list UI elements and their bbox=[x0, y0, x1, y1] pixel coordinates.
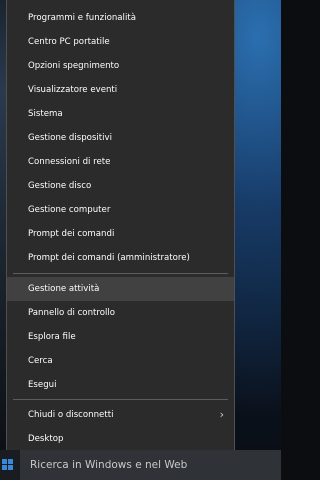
search-input[interactable]: Ricerca in Windows e nel Web bbox=[20, 450, 281, 480]
menu-item-search[interactable]: Cerca bbox=[7, 349, 234, 373]
menu-item-label: Centro PC portatile bbox=[28, 37, 110, 47]
search-placeholder: Ricerca in Windows e nel Web bbox=[30, 459, 188, 471]
menu-item-label: Connessioni di rete bbox=[28, 157, 111, 167]
menu-item-label: Chiudi o disconnetti bbox=[28, 410, 114, 420]
menu-item-label: Prompt dei comandi (amministratore) bbox=[28, 253, 190, 263]
menu-separator bbox=[13, 399, 228, 400]
menu-item-disk-management[interactable]: Gestione disco bbox=[7, 174, 234, 198]
start-button[interactable] bbox=[0, 450, 20, 480]
menu-item-file-explorer[interactable]: Esplora file bbox=[7, 325, 234, 349]
menu-item-label: Gestione disco bbox=[28, 181, 92, 191]
menu-item-power-options[interactable]: Opzioni spegnimento bbox=[7, 54, 234, 78]
windows-logo-icon bbox=[2, 459, 13, 470]
chevron-right-icon: › bbox=[219, 408, 224, 421]
menu-item-label: Gestione computer bbox=[28, 205, 111, 215]
menu-item-label: Prompt dei comandi bbox=[28, 229, 115, 239]
menu-item-label: Cerca bbox=[28, 356, 53, 366]
menu-item-device-manager[interactable]: Gestione dispositivi bbox=[7, 126, 234, 150]
menu-item-control-panel[interactable]: Pannello di controllo bbox=[7, 301, 234, 325]
menu-item-programs-features[interactable]: Programmi e funzionalità bbox=[7, 6, 234, 30]
menu-item-label: Pannello di controllo bbox=[28, 308, 116, 318]
menu-item-label: Gestione attività bbox=[28, 284, 100, 294]
menu-item-system[interactable]: Sistema bbox=[7, 102, 234, 126]
menu-item-event-viewer[interactable]: Visualizzatore eventi bbox=[7, 78, 234, 102]
menu-item-mobility-center[interactable]: Centro PC portatile bbox=[7, 30, 234, 54]
menu-item-label: Opzioni spegnimento bbox=[28, 61, 120, 71]
menu-item-run[interactable]: Esegui bbox=[7, 373, 234, 397]
menu-item-label: Desktop bbox=[28, 434, 64, 444]
menu-item-label: Programmi e funzionalità bbox=[28, 13, 136, 23]
menu-item-shutdown-signout[interactable]: Chiudi o disconnetti › bbox=[7, 403, 234, 427]
menu-item-label: Sistema bbox=[28, 109, 63, 119]
menu-item-task-manager[interactable]: Gestione attività bbox=[7, 277, 234, 301]
menu-item-network-connections[interactable]: Connessioni di rete bbox=[7, 150, 234, 174]
menu-item-label: Gestione dispositivi bbox=[28, 133, 113, 143]
menu-item-command-prompt-admin[interactable]: Prompt dei comandi (amministratore) bbox=[7, 246, 234, 270]
menu-item-computer-management[interactable]: Gestione computer bbox=[7, 198, 234, 222]
menu-item-desktop[interactable]: Desktop bbox=[7, 427, 234, 451]
menu-item-label: Esegui bbox=[28, 380, 57, 390]
menu-item-command-prompt[interactable]: Prompt dei comandi bbox=[7, 222, 234, 246]
menu-item-label: Esplora file bbox=[28, 332, 76, 342]
menu-separator bbox=[13, 273, 228, 274]
taskbar: Ricerca in Windows e nel Web bbox=[0, 450, 281, 480]
menu-item-label: Visualizzatore eventi bbox=[28, 85, 118, 95]
quick-link-menu: Programmi e funzionalità Centro PC porta… bbox=[6, 0, 235, 458]
